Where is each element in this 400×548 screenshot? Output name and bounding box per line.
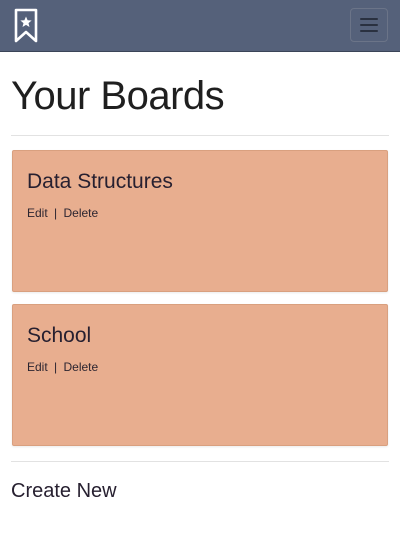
edit-link[interactable]: Edit — [27, 206, 48, 220]
page-title: Your Boards — [11, 74, 225, 118]
bookmark-star-icon — [14, 8, 38, 43]
title-divider — [11, 135, 389, 136]
board-title[interactable]: Data Structures — [27, 169, 173, 195]
footer-divider — [11, 461, 389, 462]
brand-logo[interactable] — [13, 8, 39, 44]
board-actions: Edit | Delete — [27, 205, 98, 221]
board-card[interactable]: Data Structures Edit | Delete — [12, 150, 388, 292]
menu-toggle-button[interactable] — [350, 8, 388, 42]
edit-link[interactable]: Edit — [27, 360, 48, 374]
board-actions: Edit | Delete — [27, 359, 98, 375]
action-separator: | — [54, 360, 58, 374]
navbar — [0, 0, 400, 52]
create-new-link[interactable]: Create New — [11, 479, 117, 503]
hamburger-menu-icon — [360, 18, 378, 32]
board-title[interactable]: School — [27, 323, 91, 349]
delete-link[interactable]: Delete — [64, 206, 99, 220]
board-card[interactable]: School Edit | Delete — [12, 304, 388, 446]
action-separator: | — [54, 206, 58, 220]
delete-link[interactable]: Delete — [64, 360, 99, 374]
